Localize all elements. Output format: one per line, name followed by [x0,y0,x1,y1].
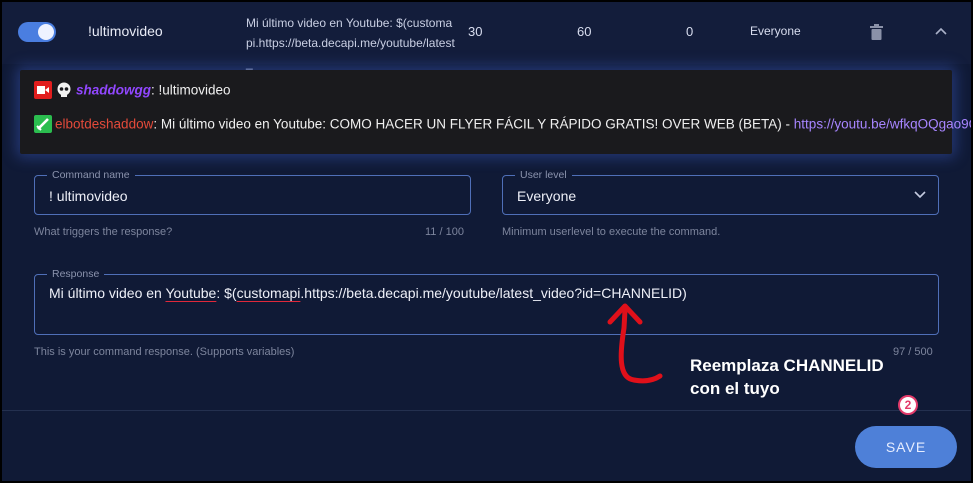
annotation-note: Reemplaza CHANNELID con el tuyo [690,354,884,400]
response-text: : $( [216,285,237,301]
chat-line: shaddowgg: !ultimovideo [34,81,231,100]
broadcaster-badge-icon [34,81,52,99]
command-row-user-level: Everyone [750,24,801,38]
annotation-arrow-icon [607,303,663,384]
command-row-user-cooldown: 60 [577,24,592,39]
response-text: Youtube [165,285,217,301]
command-row-cooldown: 30 [468,24,483,39]
response-label: Response [47,268,105,280]
user-level-hint: Minimum userlevel to execute the command… [502,226,721,238]
command-name-label: Command name [47,169,135,181]
command-row-response: Mi último video en Youtube: $(customapi.… [246,16,455,70]
response-field[interactable]: Response Mi último video en Youtube: $(c… [34,268,939,335]
chat-message: Mi último video en Youtube: COMO HACER U… [157,116,794,132]
user-level-value[interactable]: Everyone [517,188,576,204]
command-name-input[interactable]: ! ultimovideo [49,188,128,204]
command-name-field[interactable]: Command name ! ultimovideo [34,169,471,215]
divider [2,410,971,411]
chat-username[interactable]: shaddowgg [76,83,151,98]
chevron-down-icon[interactable] [914,191,926,199]
command-row[interactable]: !ultimovideo Mi último video en Youtube:… [2,2,971,70]
command-row-cost: 0 [686,24,694,39]
annotation-line: Reemplaza CHANNELID [690,356,884,375]
chevron-up-icon[interactable] [934,26,948,36]
chat-preview: shaddowgg: !ultimovideo elbotdeshaddow: … [20,70,971,154]
chat-link[interactable]: https://youtu.be/wfkqOQgao9Q [794,117,971,132]
command-name-count: 11 / 100 [425,226,464,238]
command-row-name: !ultimovideo [88,23,163,39]
save-button[interactable]: SAVE [855,426,957,468]
chat-line: elbotdeshaddow: Mi último video en Youtu… [34,115,971,134]
command-name-hint: What triggers the response? [34,226,173,238]
moderator-badge-icon [34,115,52,133]
response-text: customapi [236,285,301,301]
response-count: 97 / 500 [893,346,933,358]
user-level-select[interactable]: User level Everyone [502,169,939,215]
chat-message: !ultimovideo [154,82,231,98]
response-hint: This is your command response. (Supports… [34,346,295,358]
response-text: Mi último video en [49,285,166,301]
toggle-knob [38,24,54,40]
command-editor: !ultimovideo Mi último video en Youtube:… [2,2,971,481]
chat-username[interactable]: elbotdeshaddow [55,117,153,132]
user-level-label: User level [515,169,572,181]
trash-icon[interactable] [870,24,883,40]
step-badge: 2 [898,395,918,415]
response-input[interactable]: Mi último video en Youtube: $(customapi.… [49,285,687,301]
annotation-line: con el tuyo [690,379,780,398]
skull-badge-icon [55,81,73,99]
enabled-toggle[interactable] [18,22,56,42]
